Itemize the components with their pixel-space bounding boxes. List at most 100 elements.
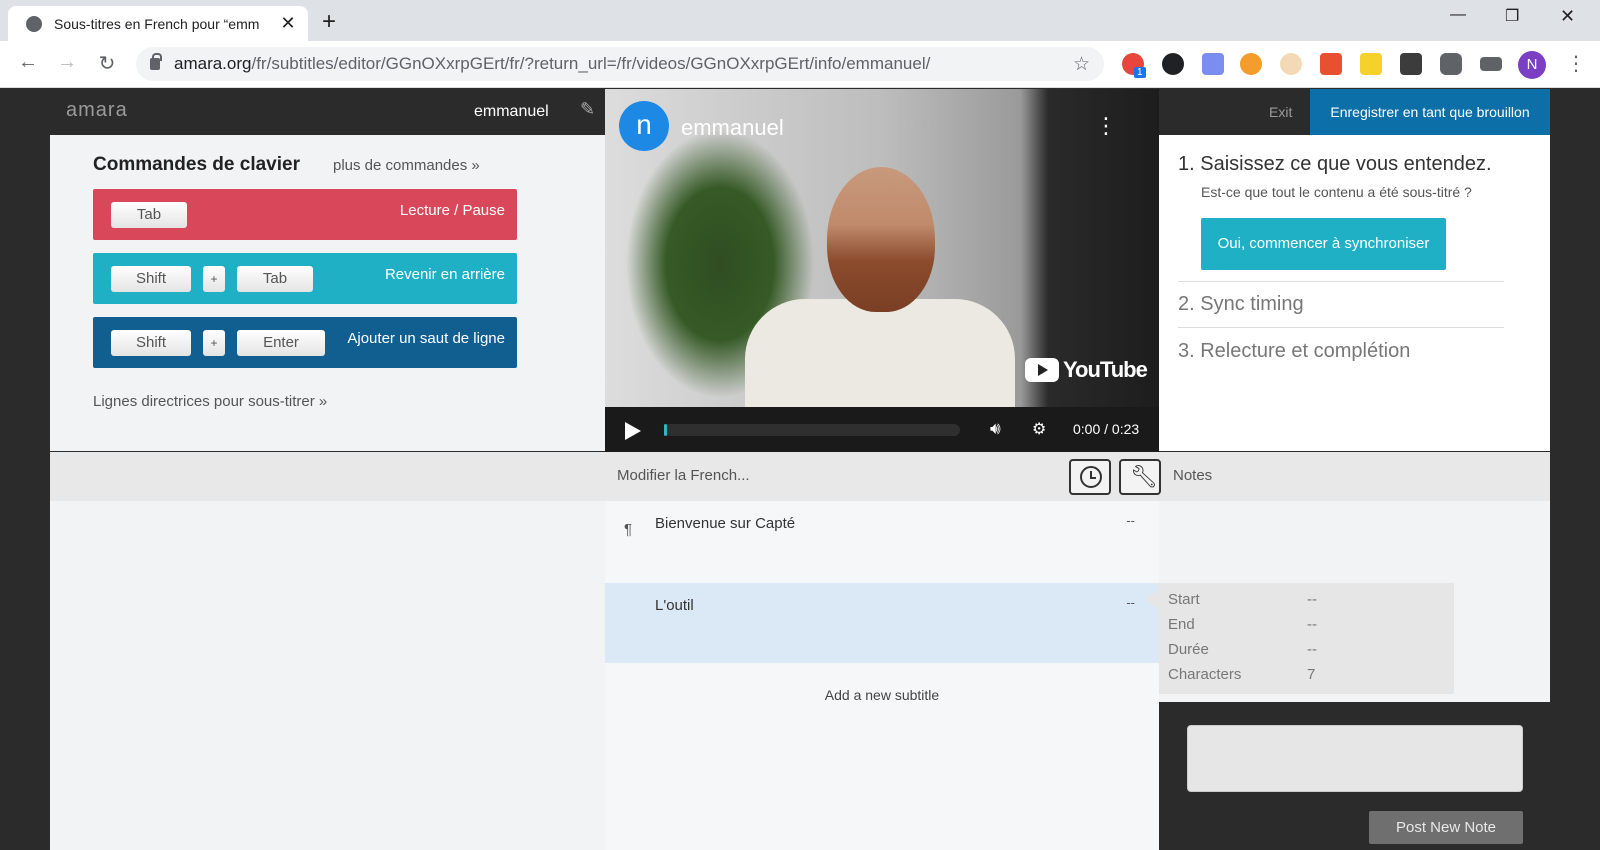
- key-shift: Shift: [111, 330, 191, 356]
- close-tab-icon[interactable]: ✕: [278, 13, 298, 34]
- shortcut-action: Lecture / Pause: [399, 202, 505, 219]
- youtube-play-icon: [1025, 358, 1059, 382]
- shortcut-line-break: Shift + Enter Ajouter un saut de ligne: [93, 317, 517, 368]
- editor-toolbar: Modifier la French... 🔧︎ Notes: [50, 452, 1550, 501]
- extension-icon-4[interactable]: [1240, 53, 1262, 75]
- extension-icon-6[interactable]: [1320, 53, 1342, 75]
- channel-name[interactable]: emmanuel: [681, 115, 784, 141]
- step-1-question: Est-ce que tout le contenu a été sous-ti…: [1201, 184, 1472, 200]
- volume-icon[interactable]: 🔊︎: [990, 419, 1001, 439]
- shortcut-action: Revenir en arrière: [384, 266, 505, 283]
- video-person-head: [827, 167, 935, 312]
- progress-fill: [664, 424, 667, 436]
- clock-icon: [1080, 466, 1102, 488]
- video-controls: 🔊︎ ⚙ 0:00 / 0:23: [605, 407, 1159, 452]
- end-label: End: [1168, 616, 1195, 633]
- video-progress-bar[interactable]: [664, 424, 960, 436]
- profile-avatar[interactable]: N: [1518, 51, 1546, 79]
- video-frame[interactable]: n emmanuel ⋮ YouTube: [605, 89, 1159, 419]
- workflow-steps-panel: 1. Saisissez ce que vous entendez. Est-c…: [1159, 135, 1550, 451]
- back-arrow-icon[interactable]: ←: [16, 51, 40, 74]
- settings-gear-icon[interactable]: ⚙: [1032, 419, 1046, 439]
- media-icon[interactable]: [1480, 57, 1502, 71]
- save-draft-button[interactable]: Enregistrer en tant que brouillon: [1310, 89, 1550, 135]
- post-note-button[interactable]: Post New Note: [1369, 811, 1523, 844]
- duration-label: Durée: [1168, 641, 1209, 658]
- reload-icon[interactable]: ↻: [95, 51, 119, 76]
- bookmark-star-icon[interactable]: ☆: [1073, 53, 1090, 76]
- edit-language-label: Modifier la French...: [617, 467, 750, 484]
- start-label: Start: [1168, 591, 1200, 608]
- key-tab: Tab: [237, 266, 313, 292]
- new-tab-button[interactable]: +: [322, 8, 336, 36]
- key-tab: Tab: [111, 202, 187, 228]
- browser-tab[interactable]: Sous-titres en French pour “emm ✕: [8, 6, 308, 41]
- url-text: amara.org/fr/subtitles/editor/GGnOXxrpGE…: [174, 54, 931, 73]
- guidelines-link[interactable]: Lignes directrices pour sous-titrer »: [93, 393, 327, 410]
- wrench-icon: 🔧︎: [1130, 464, 1158, 489]
- extension-icon-5[interactable]: [1280, 53, 1302, 75]
- more-commands-link[interactable]: plus de commandes »: [333, 157, 480, 174]
- duration-value: --: [1307, 641, 1317, 658]
- left-empty-area: [50, 501, 605, 850]
- subtitle-text[interactable]: L'outil: [655, 597, 694, 614]
- lock-icon: [150, 53, 162, 70]
- add-subtitle-link[interactable]: Add a new subtitle: [605, 687, 1159, 703]
- forward-arrow-icon[interactable]: →: [55, 51, 79, 74]
- more-menu-icon[interactable]: ⋮: [1566, 51, 1586, 76]
- restore-icon[interactable]: ❐: [1505, 6, 1519, 26]
- subtitle-row[interactable]: ¶ Bienvenue sur Capté --: [605, 501, 1159, 581]
- subtitle-text[interactable]: Bienvenue sur Capté: [655, 515, 795, 532]
- step-1-title: 1. Saisissez ce que vous entendez.: [1178, 153, 1492, 175]
- shortcut-play-pause: Tab Lecture / Pause: [93, 189, 517, 240]
- end-value: --: [1307, 616, 1317, 633]
- video-time: 0:00 / 0:23: [1073, 421, 1140, 437]
- extension-icon-8[interactable]: [1400, 53, 1422, 75]
- paragraph-icon[interactable]: ¶: [624, 521, 632, 538]
- video-person-body: [745, 299, 1015, 419]
- subtitle-list: ¶ Bienvenue sur Capté -- L'outil -- Add …: [605, 501, 1159, 850]
- browser-toolbar: ← → ↻ amara.org/fr/subtitles/editor/GGnO…: [0, 41, 1600, 88]
- key-enter: Enter: [237, 330, 325, 356]
- video-menu-icon[interactable]: ⋮: [1095, 113, 1117, 139]
- shortcut-rewind: Shift + Tab Revenir en arrière: [93, 253, 517, 304]
- video-title: emmanuel: [474, 103, 549, 120]
- exit-link[interactable]: Exit: [1269, 104, 1292, 120]
- note-textarea[interactable]: [1187, 725, 1523, 792]
- timing-button[interactable]: [1069, 459, 1111, 495]
- notes-label: Notes: [1173, 467, 1213, 484]
- minimize-icon[interactable]: —: [1450, 6, 1466, 24]
- shortcut-action: Ajouter un saut de ligne: [347, 330, 505, 347]
- extension-icon-2[interactable]: [1162, 53, 1184, 75]
- extension-icon-3[interactable]: [1202, 53, 1224, 75]
- step-divider: [1178, 327, 1504, 328]
- extension-badge: 1: [1134, 67, 1146, 78]
- step-3-title[interactable]: 3. Relecture et complétion: [1178, 340, 1410, 363]
- key-plus: +: [203, 266, 225, 292]
- step-2-title[interactable]: 2. Sync timing: [1178, 293, 1304, 316]
- start-value: --: [1307, 591, 1317, 608]
- subtitle-info-card: Start -- End -- Durée -- Characters 7: [1145, 583, 1454, 694]
- key-shift: Shift: [111, 266, 191, 292]
- youtube-logo[interactable]: YouTube: [1025, 357, 1148, 383]
- play-icon[interactable]: [625, 422, 641, 440]
- subtitle-row-selected[interactable]: L'outil --: [605, 583, 1159, 663]
- start-sync-button[interactable]: Oui, commencer à synchroniser: [1201, 218, 1446, 270]
- characters-label: Characters: [1168, 666, 1242, 683]
- subtitle-time: --: [1126, 595, 1135, 610]
- characters-value: 7: [1307, 666, 1316, 683]
- tools-button[interactable]: 🔧︎: [1119, 459, 1161, 495]
- window-close-icon[interactable]: ✕: [1560, 6, 1575, 27]
- keyboard-commands-title: Commandes de clavier: [93, 154, 300, 175]
- channel-avatar[interactable]: n: [619, 101, 669, 151]
- puzzle-icon[interactable]: [1440, 53, 1462, 75]
- keyboard-commands-panel: Commandes de clavier plus de commandes »…: [50, 135, 605, 451]
- pencil-icon[interactable]: ✎: [580, 99, 595, 120]
- extension-icon-7[interactable]: [1360, 53, 1382, 75]
- step-divider: [1178, 281, 1504, 282]
- browser-tab-bar: Sous-titres en French pour “emm ✕ + — ❐ …: [0, 0, 1600, 41]
- video-player[interactable]: n emmanuel ⋮ YouTube 🔊︎ ⚙ 0:00 / 0:23: [605, 89, 1159, 452]
- amara-logo[interactable]: amara: [66, 99, 128, 122]
- key-plus: +: [203, 330, 225, 356]
- address-bar[interactable]: amara.org/fr/subtitles/editor/GGnOXxrpGE…: [136, 47, 1104, 81]
